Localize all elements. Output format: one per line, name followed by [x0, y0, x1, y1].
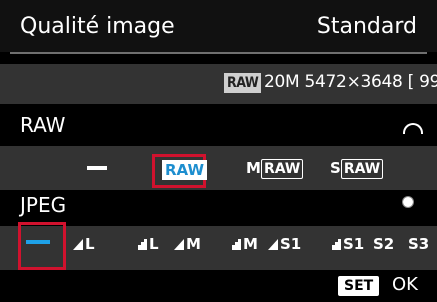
- raw-format-badge: RAW: [224, 73, 262, 93]
- header-divider: [10, 52, 427, 54]
- fine-quality-icon: [73, 239, 83, 250]
- set-button[interactable]: SET: [338, 276, 380, 296]
- jpeg-option-s1-fine[interactable]: S1: [268, 235, 301, 253]
- mraw-prefix: M: [246, 159, 261, 177]
- jpeg-option-l-normal[interactable]: L: [128, 235, 159, 253]
- image-quality-value: Standard: [316, 14, 417, 39]
- jpeg-option-m-fine[interactable]: M: [174, 235, 201, 253]
- fine-quality-icon: [174, 239, 184, 250]
- main-dial-icon: [403, 123, 423, 134]
- jpeg-option-m-normal[interactable]: M: [222, 235, 258, 253]
- normal-quality-icon: [322, 239, 341, 250]
- option-label: M: [243, 235, 258, 253]
- fine-quality-icon: [268, 239, 278, 250]
- jpeg-selection-frame: [18, 222, 66, 270]
- mraw-badge: RAW: [260, 159, 304, 179]
- jpeg-option-none[interactable]: [26, 240, 50, 244]
- jpeg-option-s3[interactable]: S3: [408, 235, 429, 253]
- page-title: Qualité image: [20, 14, 175, 39]
- raw-section-label: RAW: [20, 113, 66, 137]
- option-label: S1: [280, 235, 302, 253]
- quick-control-dial-icon: [402, 196, 414, 208]
- jpeg-option-s2[interactable]: S2: [373, 235, 394, 253]
- ok-label: OK: [392, 274, 418, 295]
- raw-option-none[interactable]: [87, 166, 107, 170]
- option-label: M: [186, 235, 201, 253]
- raw-option-raw[interactable]: RAW: [162, 160, 208, 180]
- jpeg-option-l-fine[interactable]: L: [73, 235, 95, 253]
- jpeg-option-s1-normal[interactable]: S1: [322, 235, 364, 253]
- option-label: S1: [343, 235, 365, 253]
- option-label: L: [149, 235, 159, 253]
- jpeg-section-label: JPEG: [20, 193, 67, 217]
- raw-option-mraw[interactable]: M RAW: [246, 158, 304, 179]
- sraw-prefix: S: [330, 159, 341, 177]
- normal-quality-icon: [128, 239, 147, 250]
- sraw-badge: RAW: [340, 159, 384, 179]
- raw-option-sraw[interactable]: S RAW: [330, 158, 384, 179]
- resolution-shots-info: 20M 5472×3648 [ 999]: [264, 72, 437, 92]
- normal-quality-icon: [222, 239, 241, 250]
- option-label: L: [85, 235, 95, 253]
